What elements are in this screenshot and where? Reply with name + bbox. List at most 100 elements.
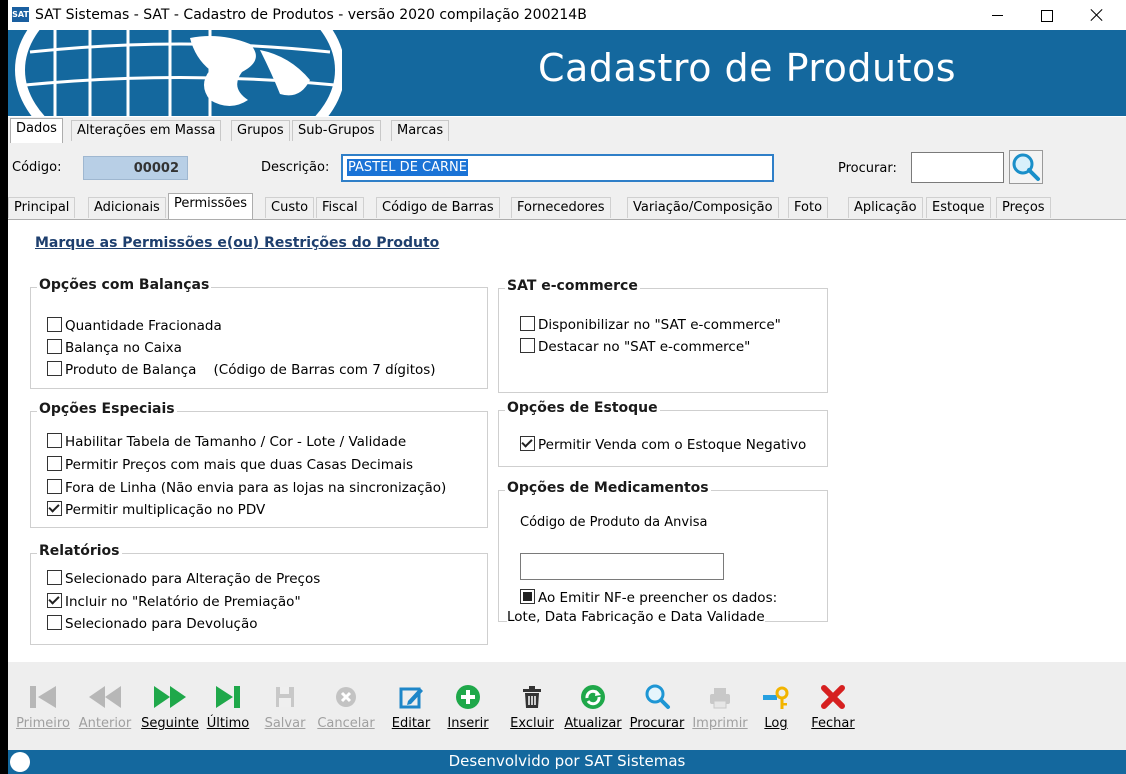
tab-fornecedores[interactable]: Fornecedores bbox=[511, 197, 611, 218]
checkbox-devolucao[interactable]: Selecionado para Devolução bbox=[47, 615, 257, 633]
minimize-button[interactable] bbox=[973, 0, 1021, 30]
anterior-label: Anterior bbox=[78, 716, 132, 731]
tab-fiscal[interactable]: Fiscal bbox=[316, 197, 364, 218]
atualizar-button[interactable]: Atualizar bbox=[561, 680, 625, 732]
group-estoque-title: Opções de Estoque bbox=[505, 400, 660, 416]
checkbox-produto-de-balanca[interactable]: Produto de Balança (Código de Barras com… bbox=[47, 361, 436, 379]
editar-button[interactable]: Editar bbox=[386, 680, 436, 732]
checkbox-multiplicacao-pdv[interactable]: Permitir multiplicação no PDV bbox=[47, 501, 265, 519]
descricao-input[interactable]: PASTEL DE CARNE bbox=[341, 154, 774, 182]
checkbox-tabela-tamanho[interactable]: Habilitar Tabela de Tamanho / Cor - Lote… bbox=[47, 433, 406, 451]
nfe-label-line2: Lote, Data Fabricação e Data Validade bbox=[507, 609, 765, 625]
checkbox-quantidade-fracionada[interactable]: Quantidade Fracionada bbox=[47, 317, 222, 335]
bottom-toolbar: Primeiro Anterior Seguinte Último Salvar… bbox=[8, 662, 1126, 750]
save-icon bbox=[276, 687, 294, 707]
checkbox-box[interactable] bbox=[47, 615, 62, 630]
checkbox-box[interactable] bbox=[47, 570, 62, 585]
checkbox-venda-estoque-negativo[interactable]: Permitir Venda com o Estoque Negativo bbox=[520, 436, 806, 454]
checkbox-box[interactable] bbox=[47, 339, 62, 354]
group-especiais-title: Opções Especiais bbox=[37, 401, 177, 417]
seguinte-label: Seguinte bbox=[141, 716, 199, 731]
checkbox-label: Incluir no "Relatório de Premiação" bbox=[65, 594, 301, 610]
main-window: SAT SAT Sistemas - SAT - Cadastro de Pro… bbox=[8, 0, 1126, 774]
group-balancas: Opções com Balanças Quantidade Fracionad… bbox=[30, 277, 488, 389]
checkbox-box[interactable] bbox=[520, 316, 535, 331]
checkbox-nfe-preencher-dados[interactable]: Ao Emitir NF-e preencher os dados: bbox=[520, 589, 777, 607]
checkbox-fora-de-linha[interactable]: Fora de Linha (Não envia para as lojas n… bbox=[47, 479, 446, 497]
inserir-button[interactable]: Inserir bbox=[443, 680, 493, 732]
tab-sub-grupos[interactable]: Sub-Grupos bbox=[292, 120, 381, 141]
codigo-field[interactable]: 00002 bbox=[83, 156, 188, 180]
tab-codigo-de-barras[interactable]: Código de Barras bbox=[376, 197, 500, 218]
checkbox-box[interactable] bbox=[47, 593, 62, 608]
procurar-button[interactable]: Procurar bbox=[625, 680, 689, 732]
atualizar-label: Atualizar bbox=[564, 716, 622, 731]
permissoes-panel: Marque as Permissões e(ou) Restrições do… bbox=[8, 219, 1126, 663]
checkbox-destacar-ecommerce[interactable]: Destacar no "SAT e-commerce" bbox=[520, 338, 750, 356]
tab-adicionais[interactable]: Adicionais bbox=[88, 197, 166, 218]
imprimir-label: Imprimir bbox=[692, 716, 748, 731]
fechar-button[interactable]: Fechar bbox=[808, 680, 858, 732]
seguinte-button[interactable]: Seguinte bbox=[134, 680, 206, 732]
checkbox-label: Permitir multiplicação no PDV bbox=[65, 502, 266, 518]
tab-estoque[interactable]: Estoque bbox=[926, 197, 991, 218]
checkbox-balanca-no-caixa[interactable]: Balança no Caixa bbox=[47, 339, 182, 357]
close-icon bbox=[821, 685, 845, 709]
log-button[interactable]: Log bbox=[756, 680, 796, 732]
checkbox-label: Produto de Balança (Código de Barras com… bbox=[65, 362, 436, 378]
checkbox-label: Destacar no "SAT e-commerce" bbox=[538, 339, 751, 355]
tab-dados[interactable]: Dados bbox=[10, 118, 63, 143]
tab-custo[interactable]: Custo bbox=[265, 197, 315, 218]
tab-alteracoes-em-massa[interactable]: Alterações em Massa bbox=[71, 120, 222, 141]
checkbox-box[interactable] bbox=[47, 479, 62, 494]
checkbox-box[interactable] bbox=[520, 589, 535, 604]
tab-variacao-composicao[interactable]: Variação/Composição bbox=[627, 197, 779, 218]
banner-title: Cadastro de Produtos bbox=[538, 46, 957, 90]
tab-grupos[interactable]: Grupos bbox=[231, 120, 290, 141]
procurar-input[interactable] bbox=[911, 152, 1004, 183]
status-text: Desenvolvido por SAT Sistemas bbox=[448, 752, 686, 770]
imprimir-button[interactable]: Imprimir bbox=[691, 680, 749, 732]
group-relatorios: Relatórios Selecionado para Alteração de… bbox=[30, 543, 488, 645]
close-window-button[interactable] bbox=[1072, 0, 1120, 30]
primeiro-button[interactable]: Primeiro bbox=[8, 680, 78, 732]
add-icon bbox=[456, 685, 480, 709]
excluir-button[interactable]: Excluir bbox=[504, 680, 560, 732]
ultimo-button[interactable]: Último bbox=[203, 680, 253, 732]
salvar-button[interactable]: Salvar bbox=[260, 680, 310, 732]
descricao-value: PASTEL DE CARNE bbox=[347, 159, 468, 176]
maximize-button[interactable] bbox=[1022, 0, 1070, 30]
checkbox-alteracao-precos[interactable]: Selecionado para Alteração de Preços bbox=[47, 570, 320, 588]
fechar-label: Fechar bbox=[811, 716, 855, 731]
checkbox-relatorio-premiacao[interactable]: Incluir no "Relatório de Premiação" bbox=[47, 593, 301, 611]
checkbox-label: Disponibilizar no "SAT e-commerce" bbox=[538, 317, 781, 333]
checkbox-box[interactable] bbox=[47, 433, 62, 448]
checkbox-box[interactable] bbox=[520, 436, 535, 451]
checkbox-box[interactable] bbox=[47, 361, 62, 376]
tab-permissoes[interactable]: Permissões bbox=[168, 193, 254, 219]
checkbox-label: Ao Emitir NF-e preencher os dados: bbox=[538, 590, 778, 606]
anterior-button[interactable]: Anterior bbox=[72, 680, 138, 732]
tab-precos[interactable]: Preços bbox=[996, 197, 1051, 218]
cancelar-button[interactable]: Cancelar bbox=[314, 680, 378, 732]
tab-foto[interactable]: Foto bbox=[788, 197, 829, 218]
checkbox-box[interactable] bbox=[520, 338, 535, 353]
tab-aplicacao[interactable]: Aplicação bbox=[848, 197, 923, 218]
tab-marcas[interactable]: Marcas bbox=[391, 120, 450, 141]
checkbox-box[interactable] bbox=[47, 317, 62, 332]
descricao-label: Descrição: bbox=[261, 160, 330, 175]
tab-principal[interactable]: Principal bbox=[8, 197, 76, 218]
checkbox-box[interactable] bbox=[47, 456, 62, 471]
checkbox-label: Selecionado para Alteração de Preços bbox=[65, 571, 321, 587]
next-icon bbox=[154, 686, 186, 708]
checkbox-disponibilizar-ecommerce[interactable]: Disponibilizar no "SAT e-commerce" bbox=[520, 316, 781, 334]
checkbox-label: Selecionado para Devolução bbox=[65, 616, 258, 632]
checkbox-label: Balança no Caixa bbox=[65, 340, 182, 356]
checkbox-precos-casas-decimais[interactable]: Permitir Preços com mais que duas Casas … bbox=[47, 456, 413, 474]
anvisa-input[interactable] bbox=[520, 553, 724, 580]
checkbox-box[interactable] bbox=[47, 501, 62, 516]
group-medicamentos-title: Opções de Medicamentos bbox=[505, 480, 711, 496]
key-icon bbox=[763, 686, 789, 709]
cancel-icon bbox=[336, 687, 356, 707]
search-button-icon[interactable] bbox=[1009, 150, 1043, 184]
